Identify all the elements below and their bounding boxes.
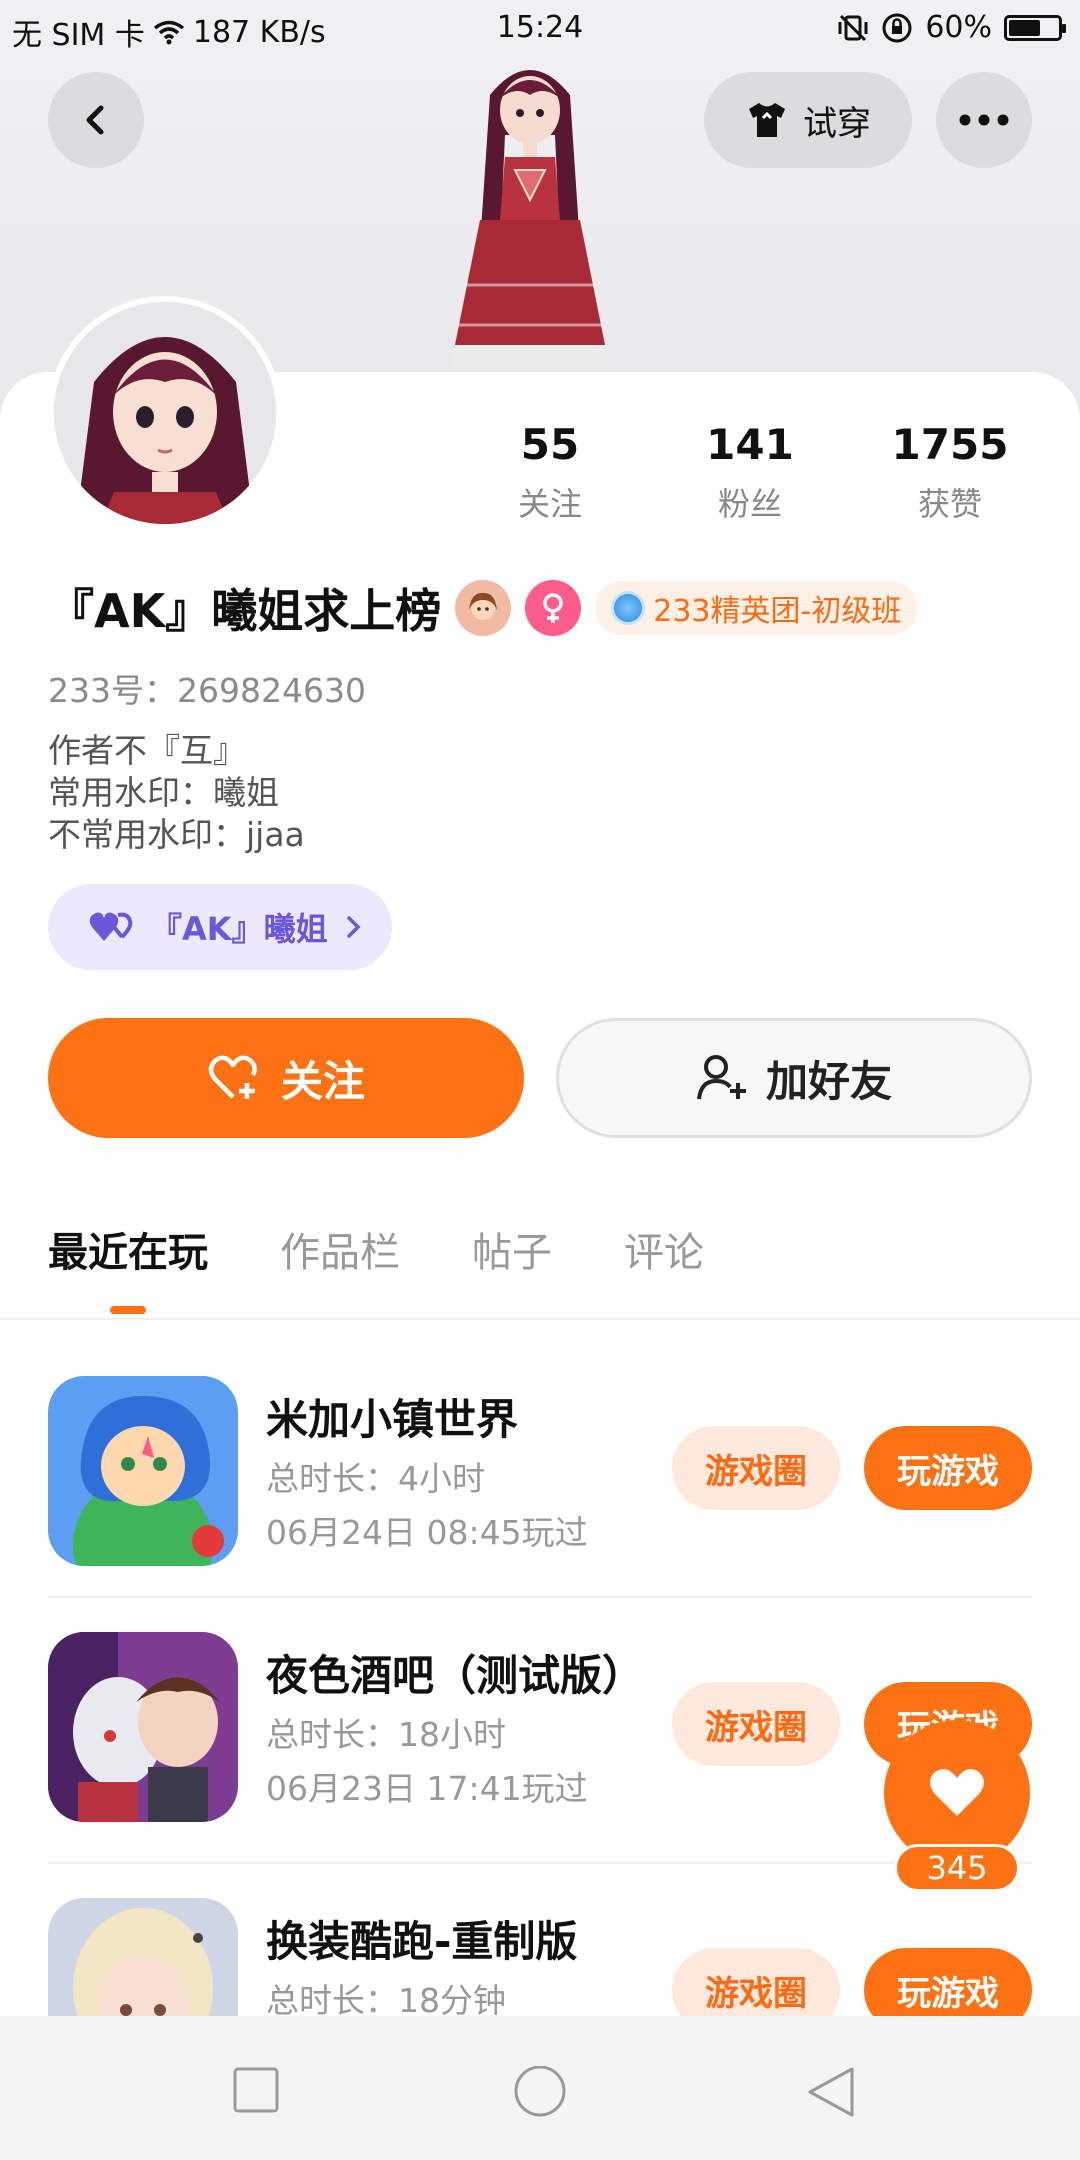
- tab-label: 最近在玩: [48, 1230, 208, 1276]
- stat-value: 55: [520, 420, 580, 469]
- stat-likes[interactable]: 1755 获赞: [860, 420, 1040, 525]
- female-gender-icon: [525, 580, 582, 636]
- profile-tabs: 最近在玩 作品栏 帖子 评论: [48, 1220, 776, 1314]
- game-icon[interactable]: [48, 1898, 238, 2016]
- profile-stats: 55 关注 141 粉丝 1755 获赞: [460, 420, 1040, 525]
- like-count: 345: [894, 1844, 1020, 1892]
- play-game-button[interactable]: 玩游戏: [864, 1948, 1032, 2016]
- battery-icon: [1004, 14, 1066, 41]
- game-icon[interactable]: [48, 1376, 238, 1566]
- avatar-portrait: [54, 302, 276, 524]
- active-tab-indicator: [110, 1306, 146, 1314]
- bio-line: 不常用水印：jjaa: [48, 815, 305, 854]
- double-heart-icon: [89, 912, 133, 941]
- tab-works[interactable]: 作品栏: [280, 1220, 400, 1278]
- bio: 作者不『互』 常用水印：曦姐 不常用水印：jjaa: [48, 730, 305, 856]
- stat-label: 关注: [517, 485, 582, 523]
- avatar[interactable]: [48, 296, 282, 530]
- tab-comments[interactable]: 评论: [624, 1220, 704, 1278]
- bio-line: 作者不『互』: [48, 731, 246, 770]
- stat-value: 141: [706, 420, 794, 469]
- try-on-label: 试穿: [803, 103, 871, 144]
- chevron-right-icon: [346, 916, 361, 938]
- game-row[interactable]: 换装酷跑-重制版 总时长：18分钟 游戏圈 玩游戏: [48, 1898, 1032, 2016]
- row-divider: [48, 1862, 1032, 1864]
- back-button[interactable]: [48, 72, 144, 168]
- game-last-played: 06月23日 17:41玩过: [266, 1769, 588, 1808]
- game-circle-button[interactable]: 游戏圈: [672, 1426, 840, 1510]
- tab-label: 作品栏: [280, 1230, 400, 1276]
- row-divider: [48, 1596, 1032, 1598]
- bio-line: 常用水印：曦姐: [48, 773, 279, 812]
- heart-icon: [930, 1769, 984, 1816]
- battery-percent: 60%: [925, 10, 992, 45]
- game-circle-button[interactable]: 游戏圈: [672, 1948, 840, 2016]
- back-nav-icon[interactable]: [806, 2066, 856, 2120]
- tab-posts[interactable]: 帖子: [472, 1220, 552, 1278]
- try-on-button[interactable]: 试穿: [704, 72, 912, 168]
- game-last-played: 06月24日 08:45玩过: [266, 1513, 588, 1552]
- stat-value: 1755: [891, 420, 1009, 469]
- game-duration: 总时长：4小时: [266, 1459, 485, 1498]
- game-title: 夜色酒吧（测试版）: [266, 1651, 645, 1700]
- status-right: 60%: [837, 10, 1066, 45]
- game-circle-button[interactable]: 游戏圈: [672, 1682, 840, 1766]
- status-bar: 无 SIM 卡 187 KB/s 15:24 60%: [0, 0, 1080, 56]
- stat-label: 粉丝: [717, 485, 782, 523]
- stat-followers[interactable]: 141 粉丝: [660, 420, 840, 525]
- tabs-divider: [0, 1318, 1080, 1320]
- add-friend-button[interactable]: 加好友: [556, 1018, 1032, 1138]
- game-duration: 总时长：18分钟: [266, 1981, 506, 2016]
- follow-button[interactable]: 关注: [48, 1018, 524, 1138]
- system-nav-bar: [0, 2016, 1080, 2160]
- rotation-lock-icon: [882, 13, 912, 42]
- tab-label: 帖子: [472, 1230, 552, 1276]
- vibrate-off-icon: [838, 14, 868, 41]
- user-id: 233号：269824630: [48, 671, 366, 710]
- shirt-icon: [749, 103, 785, 137]
- badge-label: 233精英团-初级班: [653, 594, 902, 629]
- add-user-icon: [696, 1055, 746, 1100]
- more-button[interactable]: [936, 72, 1032, 168]
- follow-label: 关注: [280, 1056, 365, 1106]
- elite-badge[interactable]: 233精英团-初级班: [595, 581, 918, 635]
- home-icon[interactable]: [512, 2066, 568, 2122]
- avatar-figure: [450, 70, 610, 375]
- game-title: 换装酷跑-重制版: [266, 1917, 578, 1966]
- stat-label: 获赞: [917, 485, 982, 523]
- tab-label: 评论: [624, 1230, 704, 1276]
- recent-apps-icon[interactable]: [232, 2066, 280, 2114]
- girl-emoji-icon: [455, 580, 512, 636]
- more-dots-icon: [959, 114, 1009, 126]
- name-row: 『AK』曦姐求上榜 233精英团-初级班: [48, 575, 918, 641]
- stat-following[interactable]: 55 关注: [460, 420, 640, 525]
- username: 『AK』曦姐求上榜: [48, 584, 442, 638]
- chevron-left-icon: [86, 105, 104, 135]
- add-friend-label: 加好友: [765, 1056, 892, 1106]
- game-icon[interactable]: [48, 1632, 238, 1822]
- heart-plus-icon: [208, 1055, 257, 1099]
- game-row[interactable]: 米加小镇世界 总时长：4小时 06月24日 08:45玩过 游戏圈 玩游戏: [48, 1376, 1032, 1566]
- game-duration: 总时长：18小时: [266, 1715, 506, 1754]
- play-game-button[interactable]: 玩游戏: [864, 1426, 1032, 1510]
- badge-medal-icon: [611, 591, 646, 625]
- game-title: 米加小镇世界: [266, 1395, 519, 1444]
- fans-group-tag[interactable]: 『AK』曦姐: [48, 884, 392, 970]
- fans-tag-label: 『AK』曦姐: [150, 910, 328, 948]
- tab-recent-play[interactable]: 最近在玩: [48, 1220, 208, 1314]
